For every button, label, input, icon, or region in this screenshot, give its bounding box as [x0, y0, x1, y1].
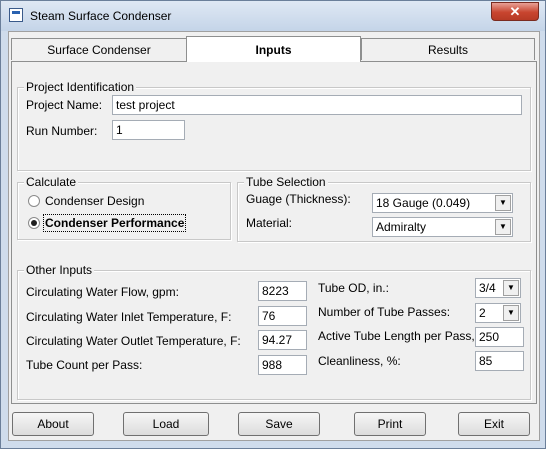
app-window-icon: [9, 8, 23, 22]
print-button[interactable]: Print: [354, 412, 426, 436]
load-button[interactable]: Load: [123, 412, 209, 436]
exit-button[interactable]: Exit: [458, 412, 530, 436]
tube-od-value: 3/4: [479, 281, 496, 295]
project-identification-label: Project Identification: [24, 80, 137, 94]
save-button[interactable]: Save: [238, 412, 320, 436]
tube-selection-group: Tube Selection Guage (Thickness): 18 Gau…: [237, 175, 531, 242]
chevron-down-icon[interactable]: ▼: [495, 219, 511, 235]
tube-length-label: Active Tube Length per Pass, in.: [318, 329, 491, 343]
tab-inputs[interactable]: Inputs: [186, 36, 361, 62]
tube-count-input[interactable]: 988: [258, 355, 307, 375]
condenser-design-label[interactable]: Condenser Design: [45, 194, 144, 208]
project-name-input[interactable]: test project: [112, 95, 522, 115]
run-number-input[interactable]: 1: [112, 120, 185, 140]
tab-surface-condenser[interactable]: Surface Condenser: [11, 38, 187, 60]
calculate-label: Calculate: [24, 175, 79, 189]
project-name-label: Project Name:: [26, 98, 103, 112]
tube-count-label: Tube Count per Pass:: [26, 358, 143, 372]
tube-passes-select[interactable]: 2 ▼: [475, 303, 521, 323]
tube-passes-label: Number of Tube Passes:: [318, 305, 451, 319]
circulating-water-flow-label: Circulating Water Flow, gpm:: [26, 285, 179, 299]
application-window: Steam Surface Condenser ✕ Surface Conden…: [0, 0, 546, 449]
cleanliness-label: Cleanliness, %:: [318, 354, 401, 368]
other-inputs-group: Other Inputs Circulating Water Flow, gpm…: [17, 263, 531, 400]
close-button[interactable]: ✕: [491, 2, 539, 21]
material-select[interactable]: Admiralty ▼: [372, 217, 513, 237]
close-icon: ✕: [509, 4, 521, 19]
outlet-temperature-input[interactable]: 94.27: [258, 330, 307, 350]
gauge-label: Guage (Thickness):: [246, 192, 351, 206]
chevron-down-icon[interactable]: ▼: [503, 280, 519, 296]
outlet-temperature-label: Circulating Water Outlet Temperature, F:: [26, 334, 241, 348]
tube-od-select[interactable]: 3/4 ▼: [475, 278, 521, 298]
gauge-value: 18 Gauge (0.049): [376, 196, 471, 210]
title-bar: Steam Surface Condenser ✕: [1, 1, 545, 31]
chevron-down-icon[interactable]: ▼: [495, 195, 511, 211]
condenser-performance-radio[interactable]: [28, 217, 40, 229]
other-inputs-label: Other Inputs: [24, 263, 95, 277]
tube-selection-label: Tube Selection: [244, 175, 328, 189]
condenser-performance-label[interactable]: Condenser Performance: [42, 214, 187, 232]
inputs-panel: Project Identification Project Name: tes…: [11, 61, 537, 404]
cleanliness-input[interactable]: 85: [475, 351, 524, 371]
client-area: Surface Condenser Inputs Results Project…: [8, 31, 540, 441]
condenser-design-radio[interactable]: [28, 195, 40, 207]
window-title: Steam Surface Condenser: [30, 9, 172, 23]
material-value: Admiralty: [376, 220, 427, 234]
tab-results[interactable]: Results: [361, 38, 535, 60]
inlet-temperature-input[interactable]: 76: [258, 306, 307, 326]
project-identification-group: Project Identification Project Name: tes…: [17, 80, 531, 171]
tube-od-label: Tube OD, in.:: [318, 281, 389, 295]
circulating-water-flow-input[interactable]: 8223: [258, 281, 307, 301]
material-label: Material:: [246, 216, 293, 230]
chevron-down-icon[interactable]: ▼: [503, 305, 519, 321]
gauge-select[interactable]: 18 Gauge (0.049) ▼: [372, 193, 513, 213]
inlet-temperature-label: Circulating Water Inlet Temperature, F:: [26, 310, 232, 324]
run-number-label: Run Number:: [26, 124, 98, 138]
tube-passes-value: 2: [479, 306, 486, 320]
tube-length-input[interactable]: 250: [475, 327, 524, 347]
about-button[interactable]: About: [12, 412, 94, 436]
calculate-group: Calculate Condenser Design Condenser Per…: [17, 175, 231, 240]
